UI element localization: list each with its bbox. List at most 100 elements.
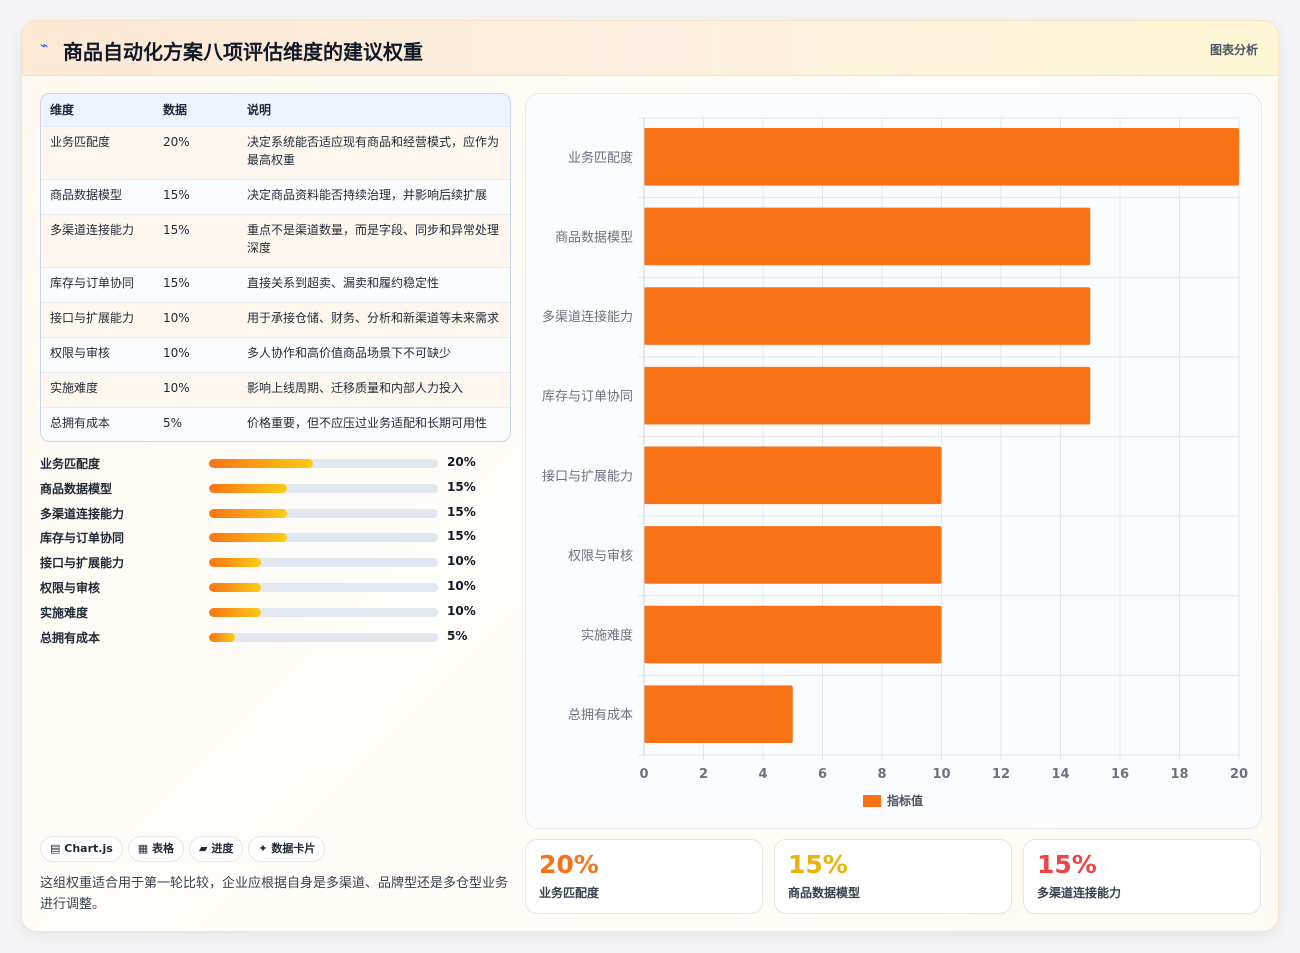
cell-dimension: 库存与订单协同 [41, 266, 154, 302]
chip-label: 进度 [211, 842, 234, 855]
x-tick-label: 6 [818, 767, 827, 782]
chip-sparkle[interactable]: ✦ 数据卡片 [248, 836, 326, 862]
progress-row: 总拥有成本 5% [40, 627, 480, 652]
y-tick-label: 接口与扩展能力 [542, 468, 633, 484]
weights-table: 维度 数据 说明 业务匹配度 20% 决定系统能否适应现有商品和经营模式，应作为最高… [40, 93, 511, 442]
cell-description: 影响上线周期、迁移质量和内部人力投入 [238, 371, 510, 407]
dashboard-card: ⌁ 商品自动化方案八项评估维度的建议权重 图表分析 维度 数据 说明 业务匹配度… [21, 20, 1279, 932]
cell-data: 20% [154, 125, 238, 179]
chip-label: 数据卡片 [271, 842, 316, 855]
table-row: 业务匹配度 20% 决定系统能否适应现有商品和经营模式，应作为最高权重 [41, 125, 510, 179]
chip-chart[interactable]: ▤ Chart.js [40, 836, 123, 862]
progress-row: 业务匹配度 20% [40, 453, 480, 478]
stat-value: 15% [788, 850, 848, 879]
table-row: 权限与审核 10% 多人协作和高价值商品场景下不可缺少 [41, 336, 510, 372]
stat-card: 15% 商品数据模型 [774, 839, 1012, 914]
legend-swatch [863, 795, 881, 807]
bar-chart: 业务匹配度商品数据模型多渠道连接能力库存与订单协同接口与扩展能力权限与审核实施难… [542, 117, 1248, 808]
progress-label: 业务匹配度 [40, 457, 101, 471]
table-row: 商品数据模型 15% 决定商品资料能否持续治理，并影响后续扩展 [41, 178, 510, 214]
progress-track [209, 558, 438, 568]
table-row: 接口与扩展能力 10% 用于承接仓储、财务、分析和新渠道等未来需求 [41, 301, 510, 337]
progress-fill [209, 607, 262, 617]
stat-label: 多渠道连接能力 [1037, 886, 1122, 900]
page-title: 商品自动化方案八项评估维度的建议权重 [63, 40, 423, 64]
progress-value: 15% [447, 479, 476, 494]
stat-label: 商品数据模型 [788, 886, 861, 900]
cell-data: 15% [154, 266, 238, 302]
cell-data: 10% [154, 371, 238, 407]
bar [644, 605, 942, 664]
cell-description: 价格重要，但不应压过业务适配和长期可用性 [238, 406, 510, 441]
progress-row: 库存与订单协同 15% [40, 527, 480, 552]
y-tick-label: 总拥有成本 [568, 708, 633, 723]
y-tick-label: 库存与订单协同 [542, 389, 633, 405]
cell-data: 15% [154, 178, 238, 214]
progress-value: 10% [447, 554, 476, 569]
chip-row: ▤ Chart.js ▦ 表格 ▰ 进度 ✦ 数据卡片 [40, 836, 330, 862]
progress-label: 权限与审核 [40, 580, 101, 595]
progress-track [209, 508, 438, 518]
bar [644, 207, 1091, 266]
cell-description: 直接关系到超卖、漏卖和履约稳定性 [238, 266, 510, 302]
y-tick-label: 多渠道连接能力 [542, 309, 633, 325]
cell-dimension: 接口与扩展能力 [41, 301, 154, 337]
progress-track [209, 533, 438, 543]
bar-chart-panel: 业务匹配度 商品数据模型 多渠道连接能力 库存与订单协同 接口与扩展能力 权限与审核 实施难… [525, 93, 1262, 829]
progress-label: 多渠道连接能力 [40, 506, 125, 521]
x-tick-label: 0 [639, 767, 648, 782]
chart-line-icon: ⌁ [40, 38, 49, 54]
cell-description: 重点不是渠道数量，而是字段、同步和异常处理深度 [238, 213, 510, 267]
progress-fill [209, 508, 288, 518]
column-header-dimension: 维度 [50, 103, 75, 118]
bar [644, 446, 942, 505]
progress-icon: ▰ [199, 842, 208, 855]
progress-value: 15% [447, 504, 476, 519]
table-row: 总拥有成本 5% 价格重要，但不应压过业务适配和长期可用性 [41, 406, 510, 441]
cell-dimension: 商品数据模型 [41, 178, 154, 214]
cell-data: 15% [154, 213, 238, 267]
sparkle-icon: ✦ [258, 842, 268, 855]
x-tick-label: 20 [1230, 767, 1248, 782]
y-tick-label: 实施难度 [581, 628, 633, 644]
progress-row: 实施难度 10% [40, 602, 480, 627]
header: ⌁ 商品自动化方案八项评估维度的建议权重 图表分析 [22, 21, 1278, 76]
progress-row: 商品数据模型 15% [40, 478, 480, 503]
y-tick-label: 权限与审核 [568, 548, 633, 564]
chip-label: 表格 [152, 842, 175, 855]
table-header-row: 维度 数据 说明 [41, 94, 510, 126]
progress-track [209, 582, 438, 592]
stat-value: 20% [539, 850, 599, 879]
progress-label: 总拥有成本 [40, 630, 101, 645]
progress-value: 10% [447, 578, 476, 593]
column-header-description: 说明 [247, 103, 272, 118]
progress-label: 实施难度 [40, 605, 89, 620]
cell-description: 决定商品资料能否持续治理，并影响后续扩展 [238, 178, 510, 214]
table-row: 库存与订单协同 15% 直接关系到超卖、漏卖和履约稳定性 [41, 266, 510, 302]
x-tick-label: 16 [1111, 767, 1129, 782]
progress-row: 权限与审核 10% [40, 577, 480, 602]
chip-label: Chart.js [64, 842, 113, 855]
stat-card: 15% 多渠道连接能力 [1023, 839, 1261, 914]
chip-table[interactable]: ▦ 表格 [127, 836, 185, 862]
progress-row: 接口与扩展能力 10% [40, 552, 480, 577]
progress-value: 15% [447, 529, 476, 544]
bar [644, 287, 1091, 345]
note-text: 这组权重适合用于第一轮比较，企业应根据自身是多渠道、品牌型还是多仓型业务进行调整… [40, 876, 509, 912]
cell-description: 多人协作和高价值商品场景下不可缺少 [238, 336, 510, 372]
bar [644, 526, 942, 584]
bar [644, 685, 793, 743]
progress-fill [209, 459, 314, 468]
table-row: 实施难度 10% 影响上线周期、迁移质量和内部人力投入 [41, 371, 510, 407]
column-header-data: 数据 [163, 103, 188, 118]
table-row: 多渠道连接能力 15% 重点不是渠道数量，而是字段、同步和异常处理深度 [41, 213, 510, 267]
x-tick-label: 4 [758, 767, 767, 782]
chip-progress[interactable]: ▰ 进度 [189, 836, 244, 862]
x-tick-label: 18 [1170, 767, 1188, 782]
x-tick-label: 14 [1051, 767, 1069, 782]
chart-analysis-tag[interactable]: 图表分析 [1210, 41, 1258, 58]
cell-dimension: 业务匹配度 [41, 125, 154, 179]
stat-value: 15% [1037, 850, 1097, 879]
cell-description: 用于承接仓储、财务、分析和新渠道等未来需求 [238, 301, 510, 337]
progress-label: 商品数据模型 [40, 481, 113, 496]
